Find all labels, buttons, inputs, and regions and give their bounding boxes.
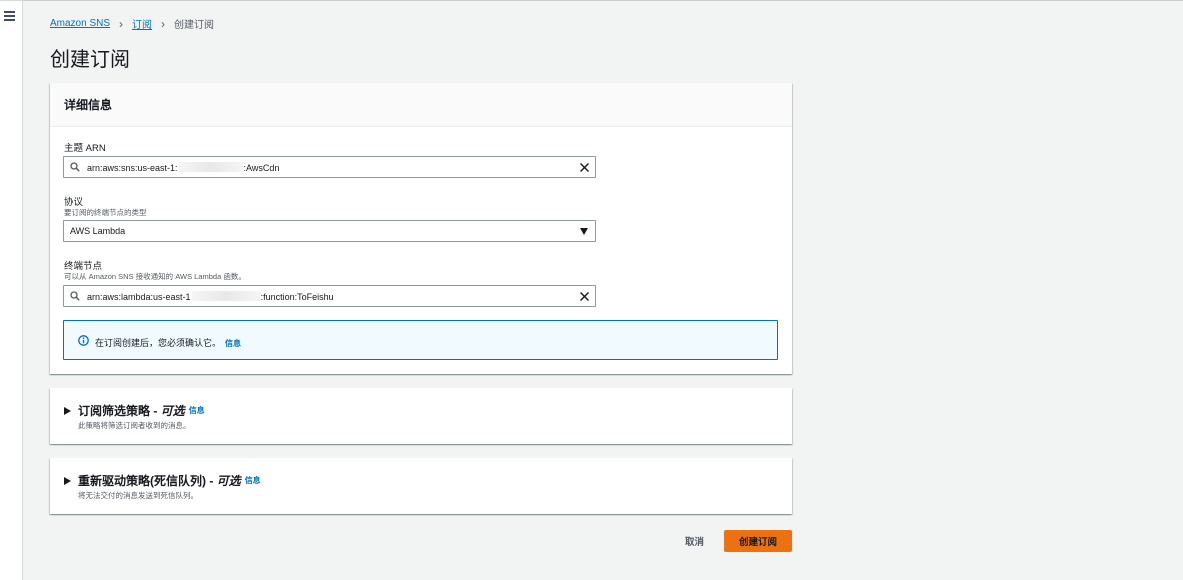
protocol-select[interactable]: AWS Lambda bbox=[63, 220, 596, 242]
redrive-policy-toggle[interactable]: 重新驱动策略(死信队列) - 可选 信息 bbox=[64, 472, 261, 489]
info-alert: 在订阅创建后，您必须确认它。 信息 bbox=[63, 320, 778, 360]
create-subscription-button[interactable]: 创建订阅 bbox=[724, 530, 792, 552]
filter-policy-title: 订阅筛选策略 - 可选 bbox=[78, 404, 185, 418]
topic-arn-label: 主题 ARN bbox=[64, 143, 106, 154]
endpoint-input[interactable]: arn:aws:lambda:us-east-1:function:ToFeis… bbox=[63, 285, 596, 307]
breadcrumb-link-subscriptions[interactable]: 订阅 bbox=[132, 16, 152, 31]
endpoint-description: 可以从 Amazon SNS 接收通知的 AWS Lambda 函数。 bbox=[64, 272, 246, 281]
protocol-description: 要订阅的终端节点的类型 bbox=[64, 208, 147, 217]
endpoint-label: 终端节点 bbox=[64, 261, 103, 272]
details-panel-title: 详细信息 bbox=[64, 98, 113, 112]
clear-icon[interactable] bbox=[579, 291, 590, 302]
form-actions: 取消 创建订阅 bbox=[675, 528, 792, 554]
breadcrumb: Amazon SNS › 订阅 › 创建订阅 bbox=[50, 16, 215, 32]
filter-policy-description: 此策略将筛选订阅者收到的消息。 bbox=[78, 421, 191, 430]
breadcrumb-current: 创建订阅 bbox=[174, 20, 215, 31]
cancel-button[interactable]: 取消 bbox=[675, 528, 714, 554]
breadcrumb-link-sns[interactable]: Amazon SNS bbox=[50, 18, 110, 29]
redrive-policy-description: 将无法交付的消息发送到死信队列。 bbox=[78, 491, 198, 500]
chevron-right-icon: › bbox=[161, 16, 166, 31]
side-navigation-rail bbox=[0, 0, 23, 580]
filter-policy-panel: 订阅筛选策略 - 可选 信息 此策略将筛选订阅者收到的消息。 bbox=[50, 388, 792, 444]
info-circle-icon bbox=[78, 335, 89, 346]
alert-info-link[interactable]: 信息 bbox=[225, 339, 241, 348]
redacted-account-id bbox=[191, 291, 260, 301]
clear-icon[interactable] bbox=[579, 162, 590, 173]
search-icon bbox=[70, 162, 80, 172]
redacted-account-id bbox=[178, 162, 243, 172]
redrive-policy-title: 重新驱动策略(死信队列) - 可选 bbox=[78, 474, 241, 488]
page-title: 创建订阅 bbox=[50, 49, 130, 71]
redrive-policy-panel: 重新驱动策略(死信队列) - 可选 信息 将无法交付的消息发送到死信队列。 bbox=[50, 458, 792, 514]
protocol-selected-value: AWS Lambda bbox=[70, 226, 126, 236]
hamburger-menu-icon[interactable] bbox=[4, 11, 15, 21]
caret-right-icon bbox=[64, 406, 71, 415]
search-icon bbox=[70, 291, 80, 301]
endpoint-value: arn:aws:lambda:us-east-1:function:ToFeis… bbox=[87, 291, 334, 302]
chevron-right-icon: › bbox=[119, 16, 124, 31]
details-panel: 详细信息 主题 ARN arn:aws:sns:us-east-1::AwsCd… bbox=[50, 83, 792, 374]
topic-arn-value: arn:aws:sns:us-east-1::AwsCdn bbox=[87, 162, 280, 173]
top-divider bbox=[23, 0, 1183, 1]
filter-policy-info-link[interactable]: 信息 bbox=[189, 405, 205, 416]
topic-arn-input[interactable]: arn:aws:sns:us-east-1::AwsCdn bbox=[63, 156, 596, 178]
caret-right-icon bbox=[64, 476, 71, 485]
details-panel-header: 详细信息 bbox=[50, 83, 792, 127]
alert-message: 在订阅创建后，您必须确认它。 信息 bbox=[95, 338, 242, 348]
protocol-label: 协议 bbox=[64, 197, 84, 208]
caret-down-icon bbox=[580, 228, 588, 235]
filter-policy-toggle[interactable]: 订阅筛选策略 - 可选 信息 bbox=[64, 402, 205, 419]
redrive-policy-info-link[interactable]: 信息 bbox=[245, 475, 261, 486]
